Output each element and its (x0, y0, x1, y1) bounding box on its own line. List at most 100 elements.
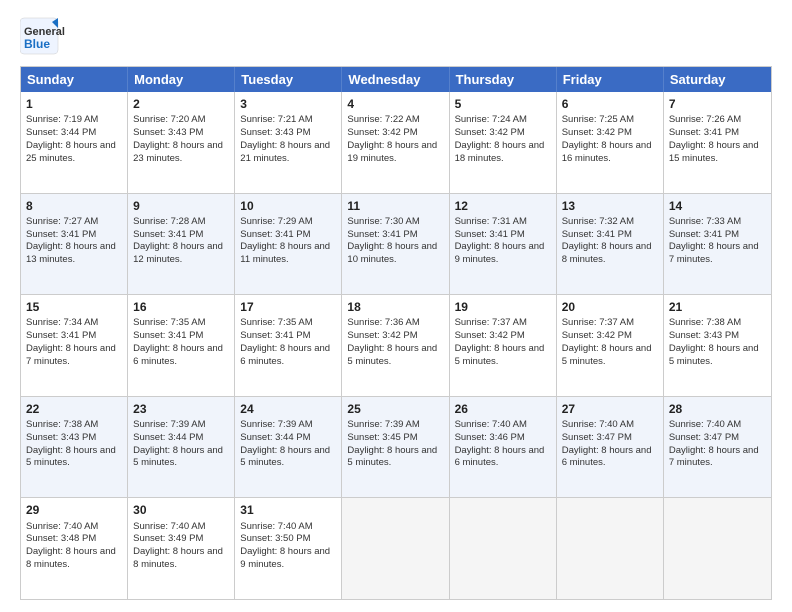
calendar-cell: 31Sunrise: 7:40 AMSunset: 3:50 PMDayligh… (235, 498, 342, 599)
calendar-cell: 17Sunrise: 7:35 AMSunset: 3:41 PMDayligh… (235, 295, 342, 396)
day-info: Sunrise: 7:37 AMSunset: 3:42 PMDaylight:… (455, 317, 545, 366)
day-number: 16 (133, 299, 229, 315)
calendar-cell: 4 Sunrise: 7:22 AMSunset: 3:42 PMDaylight… (342, 92, 449, 193)
day-number: 24 (240, 401, 336, 417)
day-info: Sunrise: 7:38 AMSunset: 3:43 PMDaylight:… (669, 317, 759, 366)
calendar-cell: 25Sunrise: 7:39 AMSunset: 3:45 PMDayligh… (342, 397, 449, 498)
day-number: 7 (669, 96, 766, 112)
header-cell-saturday: Saturday (664, 67, 771, 92)
day-number: 13 (562, 198, 658, 214)
calendar-cell: 20 Sunrise: 7:37 AMSunset: 3:42 PMDayligh… (557, 295, 664, 396)
calendar-row: 8Sunrise: 7:27 AMSunset: 3:41 PMDaylight… (21, 193, 771, 295)
day-number: 12 (455, 198, 551, 214)
header-cell-friday: Friday (557, 67, 664, 92)
day-info: Sunrise: 7:40 AMSunset: 3:50 PMDaylight:… (240, 521, 330, 570)
svg-text:Blue: Blue (24, 37, 50, 51)
calendar-header: SundayMondayTuesdayWednesdayThursdayFrid… (21, 67, 771, 92)
day-number: 9 (133, 198, 229, 214)
day-info: Sunrise: 7:36 AMSunset: 3:42 PMDaylight:… (347, 317, 437, 366)
day-info: Sunrise: 7:28 AMSunset: 3:41 PMDaylight:… (133, 216, 223, 265)
day-number: 20 (562, 299, 658, 315)
calendar-cell: 18 Sunrise: 7:36 AMSunset: 3:42 PMDayligh… (342, 295, 449, 396)
day-number: 22 (26, 401, 122, 417)
logo-svg: General Blue (20, 16, 110, 56)
day-number: 23 (133, 401, 229, 417)
day-number: 4 (347, 96, 443, 112)
day-info: Sunrise: 7:26 AMSunset: 3:41 PMDaylight:… (669, 114, 759, 163)
day-info: Sunrise: 7:40 AMSunset: 3:49 PMDaylight:… (133, 521, 223, 570)
page: General Blue SundayMondayTuesdayWednesda… (0, 0, 792, 612)
calendar-row: 22Sunrise: 7:38 AMSunset: 3:43 PMDayligh… (21, 396, 771, 498)
calendar-cell: 15Sunrise: 7:34 AMSunset: 3:41 PMDayligh… (21, 295, 128, 396)
calendar-row: 1 Sunrise: 7:19 AMSunset: 3:44 PMDaylight… (21, 92, 771, 193)
day-info: Sunrise: 7:22 AMSunset: 3:42 PMDaylight:… (347, 114, 437, 163)
day-number: 11 (347, 198, 443, 214)
day-info: Sunrise: 7:21 AMSunset: 3:43 PMDaylight:… (240, 114, 330, 163)
day-info: Sunrise: 7:34 AMSunset: 3:41 PMDaylight:… (26, 317, 116, 366)
day-number: 10 (240, 198, 336, 214)
calendar-cell: 30 Sunrise: 7:40 AMSunset: 3:49 PMDayligh… (128, 498, 235, 599)
day-info: Sunrise: 7:40 AMSunset: 3:48 PMDaylight:… (26, 521, 116, 570)
header-cell-wednesday: Wednesday (342, 67, 449, 92)
day-number: 3 (240, 96, 336, 112)
day-info: Sunrise: 7:37 AMSunset: 3:42 PMDaylight:… (562, 317, 652, 366)
calendar-cell: 28 Sunrise: 7:40 AMSunset: 3:47 PMDayligh… (664, 397, 771, 498)
day-info: Sunrise: 7:39 AMSunset: 3:44 PMDaylight:… (240, 419, 330, 468)
calendar-cell: 16 Sunrise: 7:35 AMSunset: 3:41 PMDayligh… (128, 295, 235, 396)
day-info: Sunrise: 7:20 AMSunset: 3:43 PMDaylight:… (133, 114, 223, 163)
calendar-cell (342, 498, 449, 599)
day-info: Sunrise: 7:24 AMSunset: 3:42 PMDaylight:… (455, 114, 545, 163)
calendar-cell (450, 498, 557, 599)
calendar-cell (664, 498, 771, 599)
day-info: Sunrise: 7:39 AMSunset: 3:44 PMDaylight:… (133, 419, 223, 468)
day-info: Sunrise: 7:40 AMSunset: 3:46 PMDaylight:… (455, 419, 545, 468)
calendar-cell: 11Sunrise: 7:30 AMSunset: 3:41 PMDayligh… (342, 194, 449, 295)
calendar-cell: 14 Sunrise: 7:33 AMSunset: 3:41 PMDayligh… (664, 194, 771, 295)
day-info: Sunrise: 7:35 AMSunset: 3:41 PMDaylight:… (133, 317, 223, 366)
calendar-cell: 13 Sunrise: 7:32 AMSunset: 3:41 PMDayligh… (557, 194, 664, 295)
day-number: 2 (133, 96, 229, 112)
day-info: Sunrise: 7:25 AMSunset: 3:42 PMDaylight:… (562, 114, 652, 163)
day-info: Sunrise: 7:29 AMSunset: 3:41 PMDaylight:… (240, 216, 330, 265)
header-cell-thursday: Thursday (450, 67, 557, 92)
day-number: 6 (562, 96, 658, 112)
day-info: Sunrise: 7:33 AMSunset: 3:41 PMDaylight:… (669, 216, 759, 265)
calendar-row: 15Sunrise: 7:34 AMSunset: 3:41 PMDayligh… (21, 294, 771, 396)
calendar-cell: 9 Sunrise: 7:28 AMSunset: 3:41 PMDaylight… (128, 194, 235, 295)
day-number: 26 (455, 401, 551, 417)
day-number: 25 (347, 401, 443, 417)
day-info: Sunrise: 7:32 AMSunset: 3:41 PMDaylight:… (562, 216, 652, 265)
logo: General Blue (20, 16, 110, 56)
calendar-cell: 21Sunrise: 7:38 AMSunset: 3:43 PMDayligh… (664, 295, 771, 396)
day-number: 1 (26, 96, 122, 112)
calendar-cell: 12 Sunrise: 7:31 AMSunset: 3:41 PMDayligh… (450, 194, 557, 295)
calendar-cell: 1 Sunrise: 7:19 AMSunset: 3:44 PMDaylight… (21, 92, 128, 193)
day-info: Sunrise: 7:31 AMSunset: 3:41 PMDaylight:… (455, 216, 545, 265)
calendar-cell: 22Sunrise: 7:38 AMSunset: 3:43 PMDayligh… (21, 397, 128, 498)
day-number: 19 (455, 299, 551, 315)
calendar-cell: 6 Sunrise: 7:25 AMSunset: 3:42 PMDaylight… (557, 92, 664, 193)
day-number: 27 (562, 401, 658, 417)
calendar-cell: 2 Sunrise: 7:20 AMSunset: 3:43 PMDaylight… (128, 92, 235, 193)
header-cell-monday: Monday (128, 67, 235, 92)
day-number: 30 (133, 502, 229, 518)
day-number: 8 (26, 198, 122, 214)
calendar: SundayMondayTuesdayWednesdayThursdayFrid… (20, 66, 772, 600)
calendar-body: 1 Sunrise: 7:19 AMSunset: 3:44 PMDaylight… (21, 92, 771, 599)
day-number: 18 (347, 299, 443, 315)
calendar-cell (557, 498, 664, 599)
day-number: 5 (455, 96, 551, 112)
header-cell-sunday: Sunday (21, 67, 128, 92)
calendar-cell: 7 Sunrise: 7:26 AMSunset: 3:41 PMDaylight… (664, 92, 771, 193)
day-number: 28 (669, 401, 766, 417)
calendar-cell: 24 Sunrise: 7:39 AMSunset: 3:44 PMDayligh… (235, 397, 342, 498)
calendar-cell: 26 Sunrise: 7:40 AMSunset: 3:46 PMDayligh… (450, 397, 557, 498)
day-info: Sunrise: 7:40 AMSunset: 3:47 PMDaylight:… (669, 419, 759, 468)
day-info: Sunrise: 7:19 AMSunset: 3:44 PMDaylight:… (26, 114, 116, 163)
calendar-cell: 23 Sunrise: 7:39 AMSunset: 3:44 PMDayligh… (128, 397, 235, 498)
calendar-row: 29 Sunrise: 7:40 AMSunset: 3:48 PMDayligh… (21, 497, 771, 599)
day-number: 14 (669, 198, 766, 214)
calendar-cell: 27Sunrise: 7:40 AMSunset: 3:47 PMDayligh… (557, 397, 664, 498)
calendar-cell: 19 Sunrise: 7:37 AMSunset: 3:42 PMDayligh… (450, 295, 557, 396)
day-number: 29 (26, 502, 122, 518)
